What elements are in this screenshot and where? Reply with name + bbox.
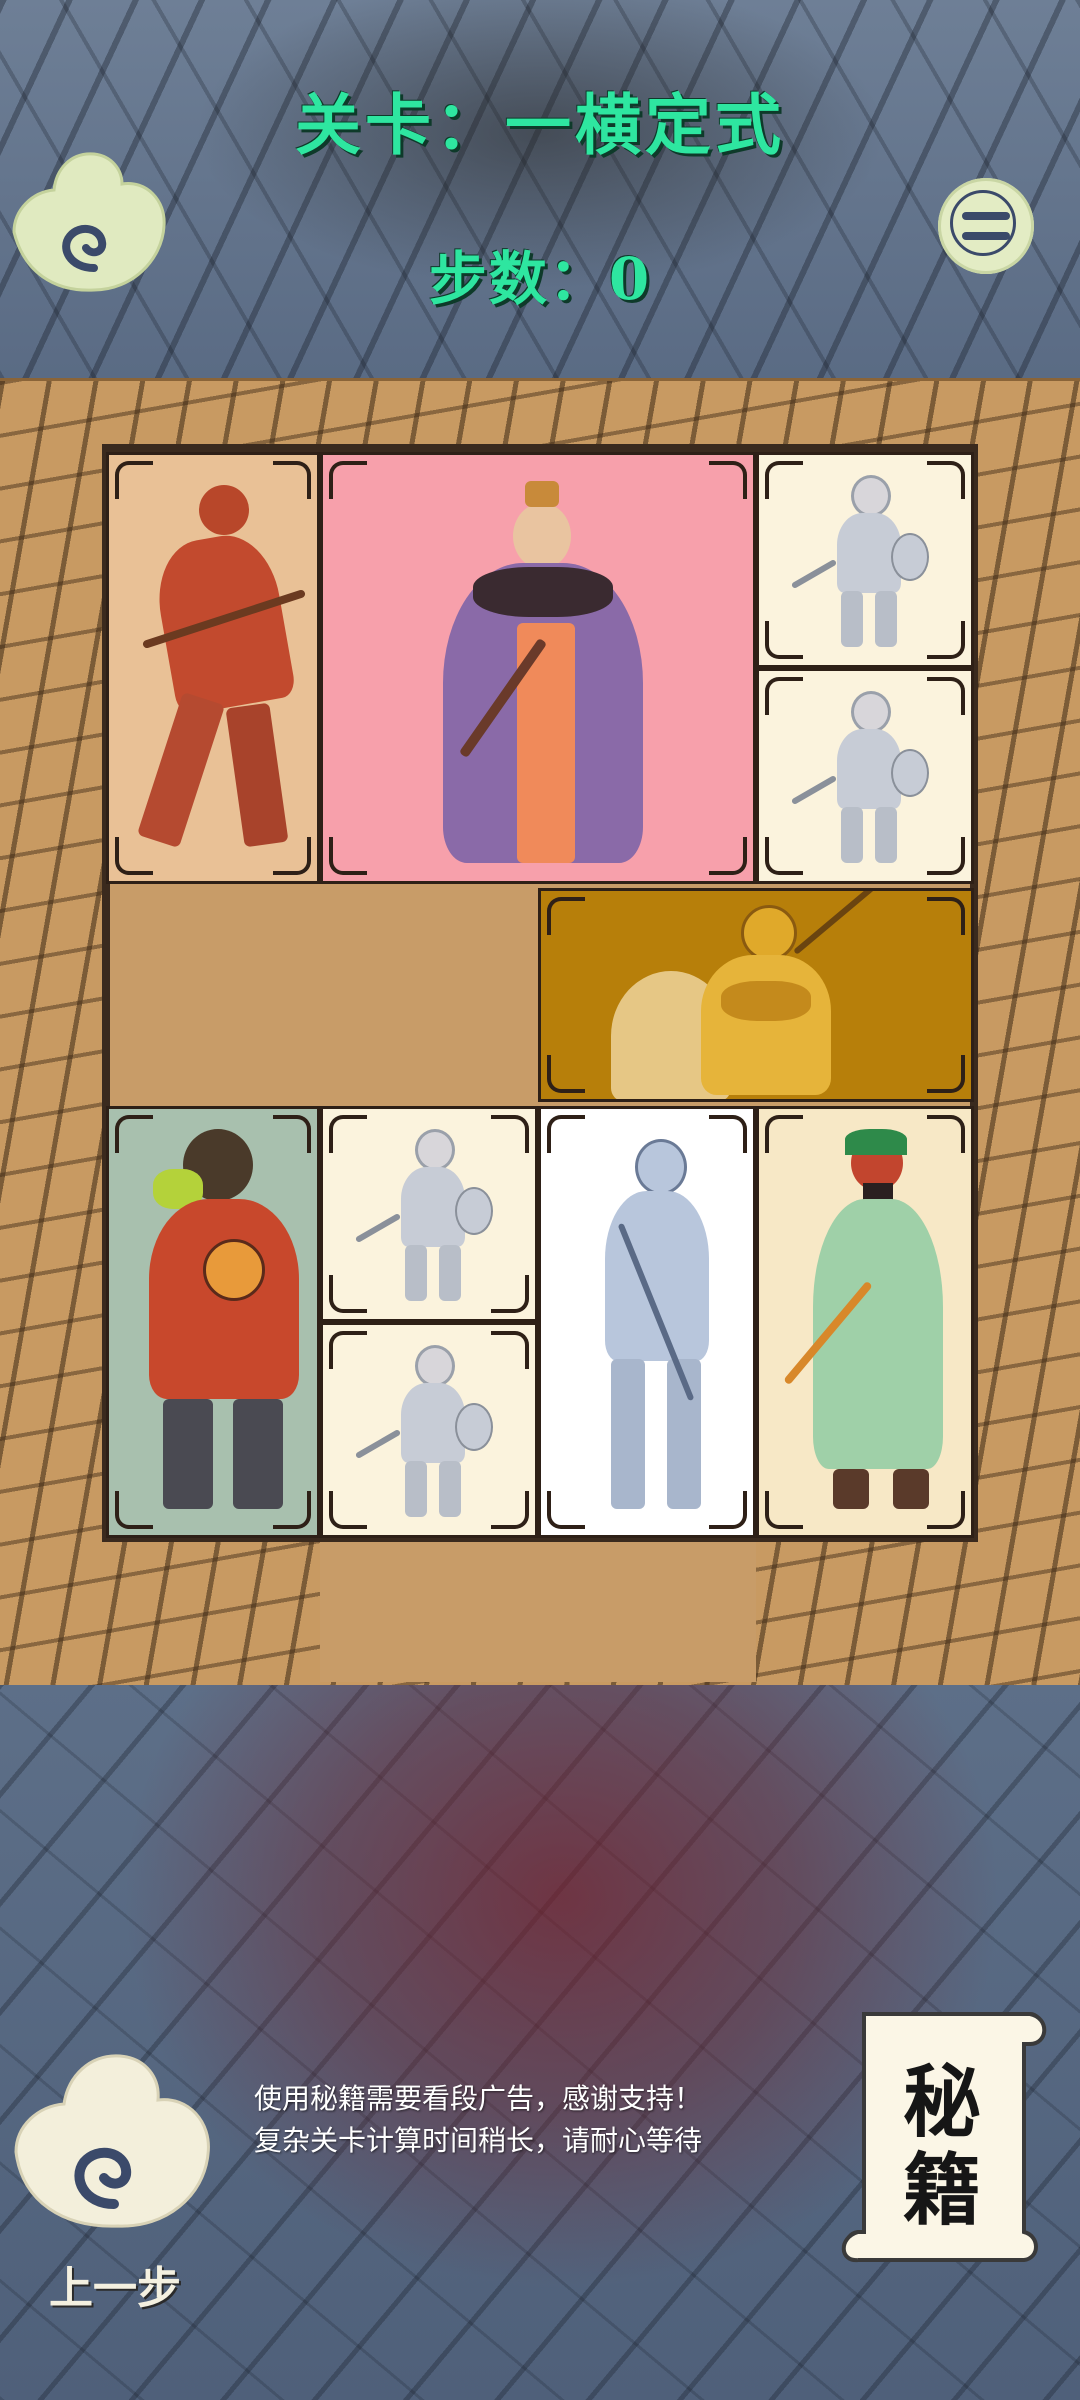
secret-label-bottom: 籍 [902, 2145, 981, 2236]
menu-button[interactable] [938, 178, 1034, 274]
piece-soldier-4[interactable] [320, 1322, 538, 1538]
undo-label: 上一步 [49, 2263, 181, 2314]
menu-bar-top [962, 212, 1010, 220]
cloud-swirl-undo-icon [14, 2054, 210, 2228]
hint-line-1: 使用秘籍需要看段广告，感谢支持！ [254, 2082, 703, 2115]
piece-zhang-fei[interactable] [106, 1106, 320, 1538]
piece-general-red-armor[interactable] [106, 452, 320, 884]
menu-bar-bottom [962, 232, 1010, 240]
hint-text: 使用秘籍需要看段广告，感谢支持！ 复杂关卡计算时间稍长，请耐心等待 [254, 2078, 814, 2162]
piece-zhao-yun[interactable] [538, 1106, 756, 1538]
hint-line-2: 复杂关卡计算时间稍长，请耐心等待 [254, 2124, 703, 2157]
piece-soldier-2[interactable] [756, 668, 974, 884]
back-button[interactable] [4, 140, 174, 310]
piece-general-gold-armor[interactable] [538, 888, 974, 1102]
circle-menu-icon [950, 190, 1016, 256]
undo-button[interactable] [8, 2040, 214, 2240]
piece-cao-cao[interactable] [320, 452, 756, 884]
piece-guan-yu[interactable] [756, 1106, 974, 1538]
board-exit-gap [320, 1540, 756, 1682]
cloud-swirl-back-icon [12, 152, 166, 292]
piece-soldier-1[interactable] [756, 452, 974, 668]
piece-soldier-3[interactable] [320, 1106, 538, 1322]
